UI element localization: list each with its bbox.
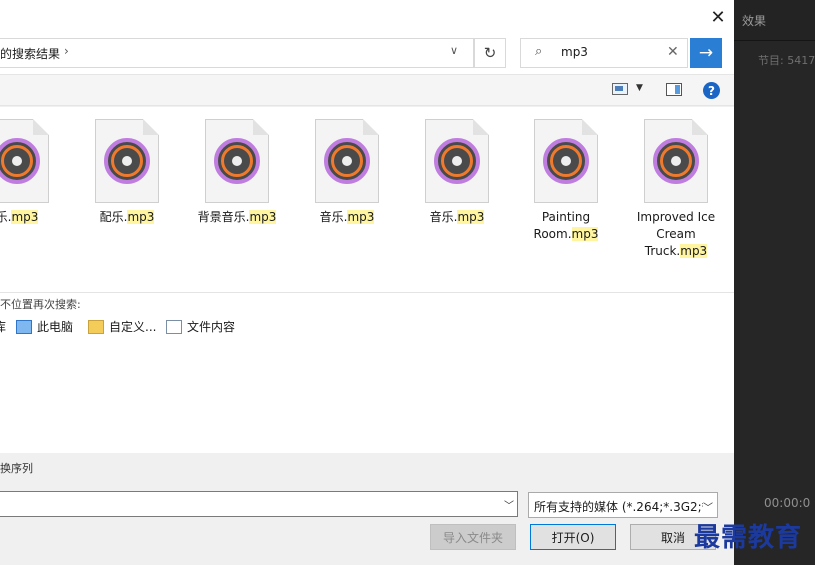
computer-icon xyxy=(16,319,32,334)
file-item[interactable]: 音乐.mp3 xyxy=(302,119,392,226)
close-button[interactable]: ✕ xyxy=(704,4,732,30)
search-again-label: 不位置再次搜索: xyxy=(0,298,81,311)
filename-dropdown-icon[interactable]: ﹀ xyxy=(504,497,514,512)
file-item[interactable]: Improved Ice Cream Truck.mp3 xyxy=(631,119,721,260)
file-item[interactable]: 音乐.mp3 xyxy=(412,119,502,226)
program-panel xyxy=(740,40,815,565)
audio-file-icon xyxy=(0,119,49,203)
file-name: Painting Room.mp3 xyxy=(533,210,599,241)
address-row: 的搜索结果 › ∨ ↻ ⌕ ✕ → xyxy=(0,34,734,74)
audio-file-icon xyxy=(315,119,379,203)
search-location-file-contents[interactable]: 文件内容 xyxy=(166,318,235,335)
dialog-footer: 换序列 ﹀ 所有支持的媒体 (*.264;*.3G2;* ﹀ 导入文件夹 打开(… xyxy=(0,453,734,565)
file-type-select[interactable]: 所有支持的媒体 (*.264;*.3G2;* ﹀ xyxy=(528,492,718,518)
file-item[interactable]: 乐.mp3 xyxy=(0,119,62,226)
sequence-option-label: 换序列 xyxy=(0,462,33,475)
search-location-libraries[interactable]: 库 xyxy=(0,318,6,335)
view-options-chevron-icon[interactable]: ▼ xyxy=(636,83,643,93)
open-button[interactable]: 打开(O) xyxy=(530,524,616,550)
file-name: 音乐.mp3 xyxy=(319,210,375,224)
dialog-titlebar: ✕ xyxy=(0,0,734,34)
help-button[interactable]: ? xyxy=(703,82,720,99)
effects-tab[interactable]: 效果 xyxy=(742,12,766,29)
document-icon xyxy=(166,319,182,334)
file-name: 背景音乐.mp3 xyxy=(197,210,277,224)
filename-input[interactable]: ﹀ xyxy=(0,491,518,517)
search-location-custom[interactable]: 自定义... xyxy=(88,318,156,335)
breadcrumb-separator-icon[interactable]: › xyxy=(64,44,69,58)
file-name: Improved Ice Cream Truck.mp3 xyxy=(636,210,716,258)
audio-file-icon xyxy=(205,119,269,203)
search-icon: ⌕ xyxy=(535,44,543,59)
file-name: 乐.mp3 xyxy=(0,210,39,224)
file-item[interactable]: 背景音乐.mp3 xyxy=(192,119,282,226)
audio-file-icon xyxy=(644,119,708,203)
search-again-section: 不位置再次搜索: 库 此电脑 自定义... 文件内容 xyxy=(0,293,734,453)
folder-icon xyxy=(88,319,104,334)
timecode-display: 00:00:0 xyxy=(764,496,811,510)
search-box[interactable]: ⌕ ✕ xyxy=(520,38,688,68)
file-item[interactable]: Painting Room.mp3 xyxy=(521,119,611,243)
file-list: 乐.mp3 配乐.mp3 背景音乐.mp3 音乐.mp3 音乐.mp3 Pain… xyxy=(0,107,734,293)
panel-divider xyxy=(734,40,815,41)
chevron-down-icon: ﹀ xyxy=(703,499,713,514)
background-app-panel: 效果 节目: 5417 00:00:0 xyxy=(734,0,815,565)
file-type-value: 所有支持的媒体 (*.264;*.3G2;* xyxy=(534,500,708,514)
search-input[interactable] xyxy=(561,45,661,59)
file-name: 配乐.mp3 xyxy=(99,210,155,224)
preview-pane-icon[interactable] xyxy=(666,83,682,96)
file-name: 音乐.mp3 xyxy=(429,210,485,224)
clear-search-icon[interactable]: ✕ xyxy=(667,44,679,60)
search-location-this-pc[interactable]: 此电脑 xyxy=(16,318,73,335)
address-dropdown-icon[interactable]: ∨ xyxy=(450,44,458,57)
search-go-button[interactable]: → xyxy=(690,38,722,68)
program-label: 节目: 5417 xyxy=(758,54,815,67)
import-folder-button[interactable]: 导入文件夹 xyxy=(430,524,516,550)
watermark-logo: 最需教育 xyxy=(694,523,803,553)
breadcrumb-item[interactable]: 的搜索结果 xyxy=(0,45,60,62)
view-toolbar: ▼ ? xyxy=(0,74,734,106)
address-bar[interactable]: 的搜索结果 › ∨ xyxy=(0,38,474,68)
change-view-icon[interactable] xyxy=(612,83,628,95)
open-file-dialog: ✕ 的搜索结果 › ∨ ↻ ⌕ ✕ → ▼ ? 乐.mp3 配乐.mp3 xyxy=(0,0,734,565)
audio-file-icon xyxy=(95,119,159,203)
file-item[interactable]: 配乐.mp3 xyxy=(82,119,172,226)
audio-file-icon xyxy=(534,119,598,203)
audio-file-icon xyxy=(425,119,489,203)
refresh-button[interactable]: ↻ xyxy=(474,38,506,68)
